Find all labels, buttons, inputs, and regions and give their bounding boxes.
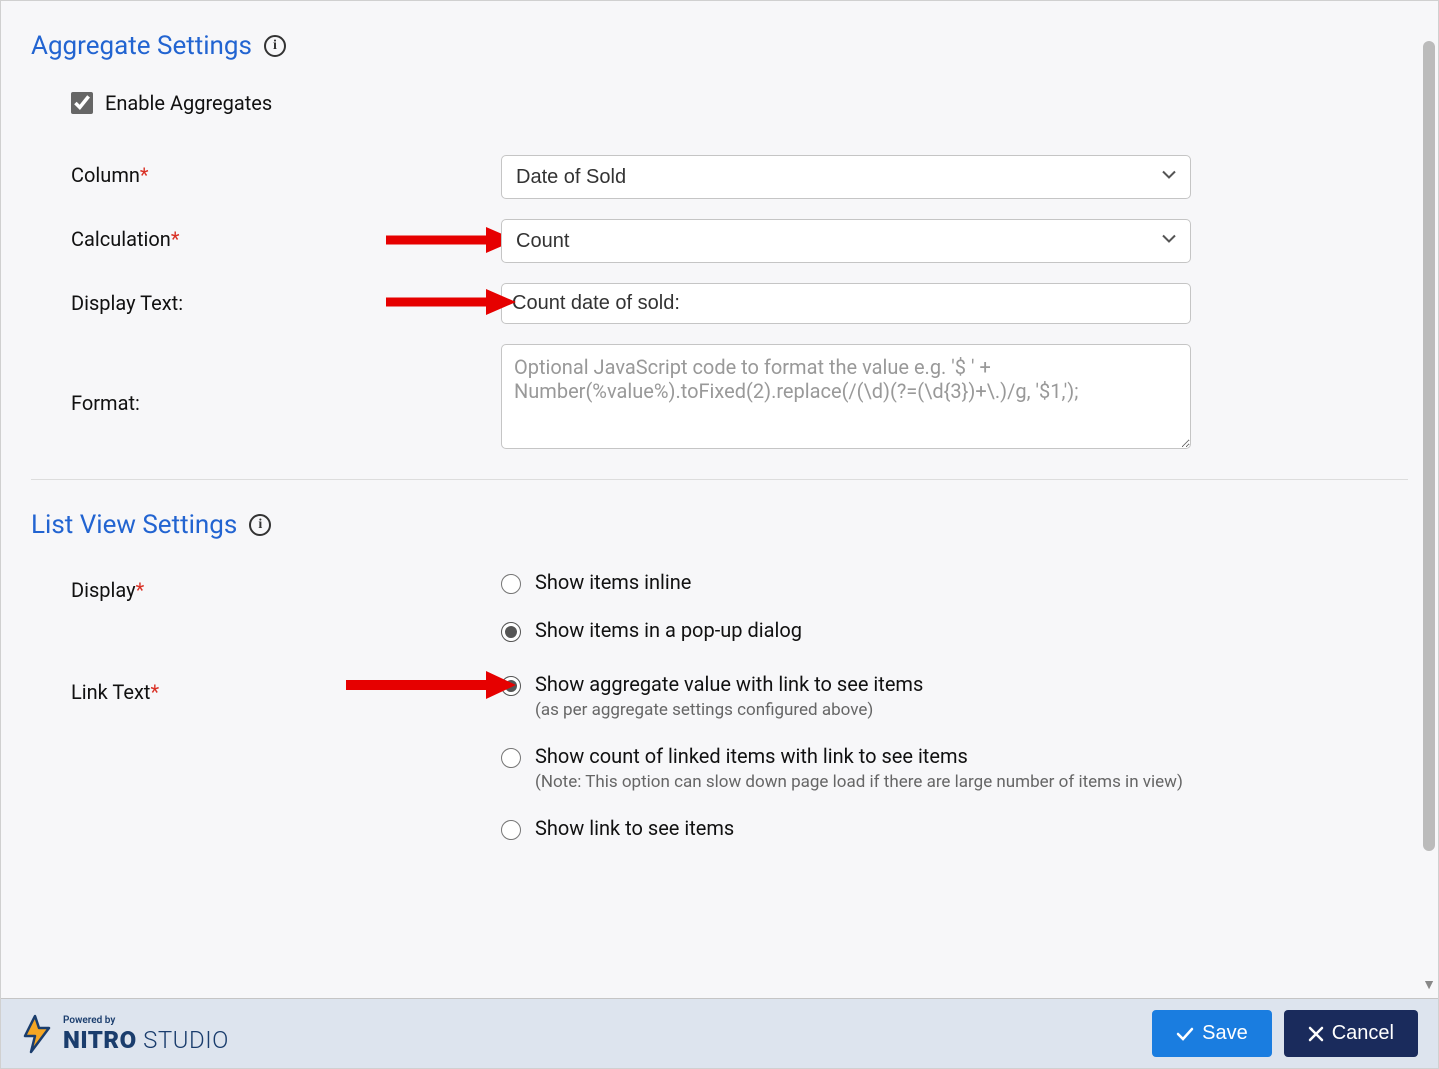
- linktext-radio-link[interactable]: [501, 820, 521, 840]
- cancel-label: Cancel: [1332, 1022, 1394, 1045]
- check-icon: [1176, 1025, 1194, 1043]
- required-marker: *: [150, 680, 159, 704]
- column-row: Column* Date of Sold: [31, 155, 1408, 199]
- footer-buttons: Save Cancel: [1152, 1010, 1418, 1057]
- required-marker: *: [136, 578, 145, 602]
- display-option-inline[interactable]: Show items inline: [501, 570, 1191, 594]
- enable-aggregates-row: Enable Aggregates: [31, 91, 1408, 115]
- logo-powered-text: Powered by: [63, 1016, 229, 1026]
- display-text-row: Display Text:: [31, 283, 1408, 324]
- display-option-popup[interactable]: Show items in a pop-up dialog: [501, 618, 1191, 642]
- radio-label: Show items in a pop-up dialog: [535, 618, 802, 642]
- radio-label: Show items inline: [535, 570, 691, 594]
- aggregate-settings-title: Aggregate Settings i: [31, 31, 1408, 61]
- cancel-button[interactable]: Cancel: [1284, 1010, 1418, 1057]
- main-content: Aggregate Settings i Enable Aggregates C…: [1, 1, 1438, 998]
- close-icon: [1308, 1026, 1324, 1042]
- column-select[interactable]: Date of Sold: [501, 155, 1191, 199]
- linktext-radio-group: Show aggregate value with link to see it…: [501, 672, 1191, 840]
- display-radio-popup[interactable]: [501, 622, 521, 642]
- calculation-select[interactable]: Count: [501, 219, 1191, 263]
- linktext-option-link[interactable]: Show link to see items: [501, 816, 1191, 840]
- format-label: Format:: [71, 383, 501, 415]
- display-radio-inline[interactable]: [501, 574, 521, 594]
- radio-label: Show link to see items: [535, 816, 734, 840]
- linktext-option-aggregate[interactable]: Show aggregate value with link to see it…: [501, 672, 1191, 720]
- display-radio-group: Show items inline Show items in a pop-up…: [501, 570, 1191, 642]
- linktext-option-count[interactable]: Show count of linked items with link to …: [501, 744, 1191, 792]
- display-label: Display*: [71, 570, 501, 602]
- save-button[interactable]: Save: [1152, 1010, 1272, 1057]
- info-icon[interactable]: i: [249, 514, 271, 536]
- logo-brand-text: NITRO STUDIO: [63, 1028, 229, 1052]
- footer-logo: Powered by NITRO STUDIO: [21, 1014, 229, 1054]
- column-label: Column*: [71, 155, 501, 187]
- linktext-row: Link Text* Show aggregate value with lin…: [31, 672, 1408, 840]
- footer: Powered by NITRO STUDIO Save Cancel: [1, 998, 1438, 1068]
- info-icon[interactable]: i: [264, 35, 286, 57]
- format-textarea[interactable]: [501, 344, 1191, 449]
- aggregate-title-text: Aggregate Settings: [31, 31, 252, 61]
- enable-aggregates-checkbox[interactable]: [71, 92, 93, 114]
- radio-label: Show count of linked items with link to …: [535, 744, 1183, 768]
- section-divider: [31, 479, 1408, 480]
- display-row: Display* Show items inline Show items in…: [31, 570, 1408, 642]
- radio-note: (as per aggregate settings configured ab…: [535, 700, 923, 720]
- nitro-logo-icon: [21, 1014, 55, 1054]
- linktext-label: Link Text*: [71, 672, 501, 704]
- required-marker: *: [171, 227, 180, 251]
- enable-aggregates-label: Enable Aggregates: [105, 91, 272, 115]
- display-text-label: Display Text:: [71, 283, 501, 315]
- listview-title-text: List View Settings: [31, 510, 237, 540]
- radio-label: Show aggregate value with link to see it…: [535, 672, 923, 696]
- calculation-label: Calculation*: [71, 219, 501, 251]
- save-label: Save: [1202, 1022, 1248, 1045]
- display-text-input[interactable]: [501, 283, 1191, 324]
- list-view-settings-title: List View Settings i: [31, 510, 1408, 540]
- format-row: Format:: [31, 344, 1408, 454]
- calculation-row: Calculation* Count: [31, 219, 1408, 263]
- linktext-radio-count[interactable]: [501, 748, 521, 768]
- required-marker: *: [140, 163, 149, 187]
- radio-note: (Note: This option can slow down page lo…: [535, 772, 1183, 792]
- linktext-radio-aggregate[interactable]: [501, 676, 521, 696]
